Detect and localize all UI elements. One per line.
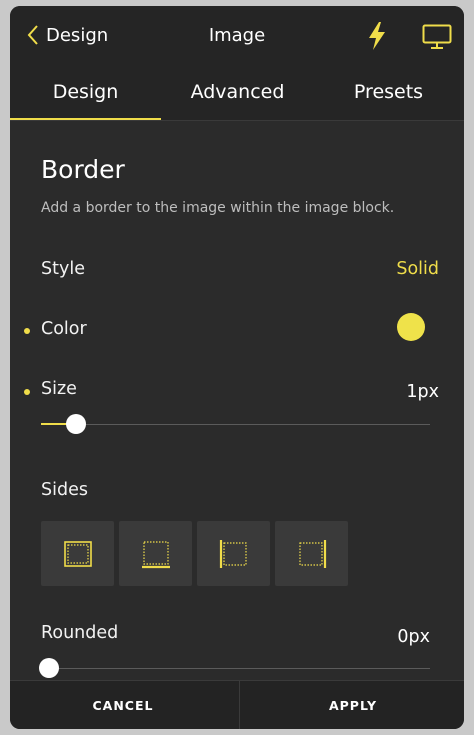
tab-design[interactable]: Design xyxy=(10,64,161,120)
image-settings-panel: Design Image Design Advanced Presets Bor… xyxy=(10,6,464,729)
tab-advanced[interactable]: Advanced xyxy=(162,64,313,120)
section-title: Border xyxy=(41,155,125,184)
rounded-slider-thumb[interactable] xyxy=(39,658,59,678)
size-slider-thumb[interactable] xyxy=(66,414,86,434)
tab-bar: Design Advanced Presets xyxy=(10,64,464,121)
style-label: Style xyxy=(41,259,85,279)
size-slider-track[interactable] xyxy=(41,424,430,425)
bottom-side-icon xyxy=(141,540,170,568)
top-bar: Design Image xyxy=(10,6,464,64)
section-description: Add a border to the image within the ima… xyxy=(41,200,395,216)
rounded-slider-track[interactable] xyxy=(41,668,430,669)
border-settings: Border Add a border to the image within … xyxy=(10,121,464,686)
size-value: 1px xyxy=(406,382,439,402)
size-modified-indicator xyxy=(24,389,30,395)
sides-all-button[interactable] xyxy=(41,521,114,586)
rounded-label: Rounded xyxy=(41,623,119,643)
all-sides-icon xyxy=(63,540,92,567)
desktop-preview-icon[interactable] xyxy=(422,24,452,50)
panel-title: Image xyxy=(208,25,266,46)
sides-right-button[interactable] xyxy=(275,521,348,586)
color-label: Color xyxy=(41,319,87,339)
footer-bar: CANCEL APPLY xyxy=(10,680,464,729)
right-side-icon xyxy=(298,539,326,568)
rounded-value: 0px xyxy=(397,627,430,647)
cancel-button[interactable]: CANCEL xyxy=(10,681,236,729)
style-value[interactable]: Solid xyxy=(396,259,439,279)
lightning-bolt-icon[interactable] xyxy=(367,21,387,51)
apply-button[interactable]: APPLY xyxy=(240,681,464,729)
tab-presets[interactable]: Presets xyxy=(313,64,464,120)
color-swatch[interactable] xyxy=(397,313,425,341)
sides-label: Sides xyxy=(41,480,88,500)
size-label: Size xyxy=(41,379,77,399)
color-modified-indicator xyxy=(24,328,30,334)
left-side-icon xyxy=(219,539,247,568)
sides-left-button[interactable] xyxy=(197,521,270,586)
sides-bottom-button[interactable] xyxy=(119,521,192,586)
